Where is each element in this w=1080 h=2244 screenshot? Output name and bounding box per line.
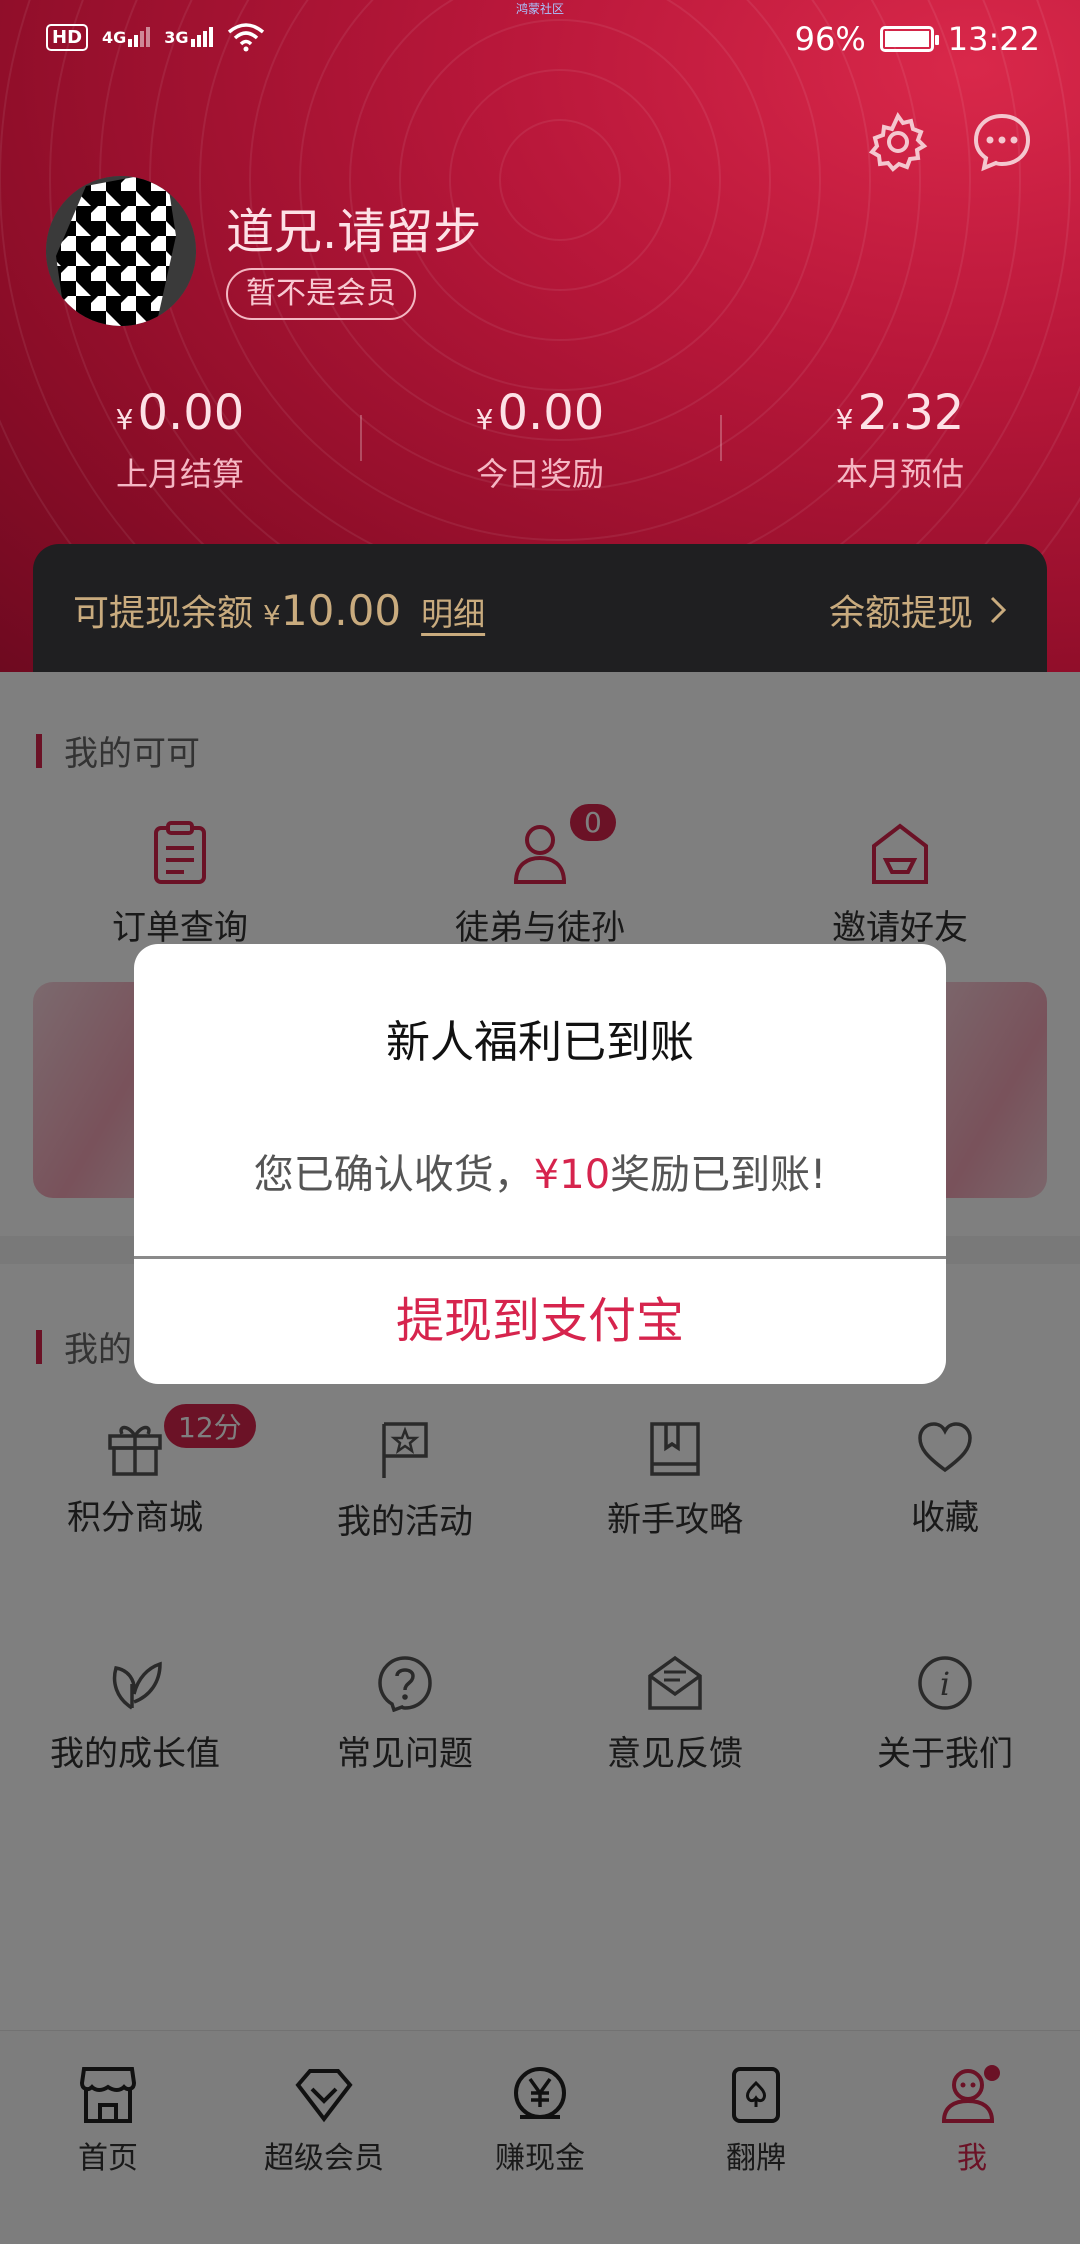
hd-indicator: HD <box>46 23 89 51</box>
earnings-stats: ¥0.00 上月结算 ¥0.00 今日奖励 ¥2.32 本月预估 <box>0 385 1080 495</box>
chevron-right-icon <box>990 596 1007 624</box>
dialog-message: 您已确认收货，¥10奖励已到账! <box>253 1152 827 1198</box>
status-center-text: 鸿蒙社区 <box>515 2 564 16</box>
withdrawable-balance-card: 可提现余额 ¥10.00 明细 余额提现 <box>33 544 1047 672</box>
battery-percent: 96% <box>794 20 866 58</box>
settings-gear-icon[interactable] <box>866 110 930 174</box>
wifi-icon <box>227 23 264 52</box>
dialog-title: 新人福利已到账 <box>386 1017 694 1068</box>
clock: 13:22 <box>947 20 1040 58</box>
signal-4g-icon: 4G <box>102 27 151 47</box>
username: 道兄.请留步 <box>226 204 482 260</box>
stat-value: 0.00 <box>497 385 605 441</box>
stat-label: 本月预估 <box>835 455 964 493</box>
status-bar: HD 4G 3G 鸿蒙社区 96% 13:22 <box>0 0 1080 86</box>
reward-dialog: 新人福利已到账 您已确认收货，¥10奖励已到账! 提现到支付宝 <box>134 944 946 1384</box>
stat-label: 上月结算 <box>115 455 244 493</box>
avatar[interactable] <box>46 176 196 326</box>
avatar-houndstooth-image <box>46 176 196 326</box>
balance-label: 可提现余额 <box>73 593 254 634</box>
member-status-badge[interactable]: 暂不是会员 <box>226 268 416 320</box>
withdraw-button[interactable]: 余额提现 <box>829 584 1007 636</box>
stat-today[interactable]: ¥0.00 今日奖励 <box>360 385 720 495</box>
withdraw-to-alipay-button[interactable]: 提现到支付宝 <box>134 1259 946 1384</box>
signal-3g-icon: 3G <box>164 27 213 47</box>
stat-last-month[interactable]: ¥0.00 上月结算 <box>0 385 360 495</box>
balance-amount: 10.00 <box>280 586 402 635</box>
stat-month-estimate[interactable]: ¥2.32 本月预估 <box>720 385 1080 495</box>
modal-backdrop[interactable] <box>0 672 1080 2244</box>
stat-value: 2.32 <box>857 385 965 441</box>
message-icon[interactable] <box>970 110 1034 174</box>
stat-value: 0.00 <box>137 385 245 441</box>
battery-icon <box>879 26 939 52</box>
reward-amount: ¥10 <box>533 1152 611 1198</box>
stat-label: 今日奖励 <box>475 455 604 493</box>
balance-detail-link[interactable]: 明细 <box>421 589 485 635</box>
profile-header: HD 4G 3G 鸿蒙社区 96% 13:22 道兄.请留步 暂不是会员 ¥0.… <box>0 0 1080 672</box>
